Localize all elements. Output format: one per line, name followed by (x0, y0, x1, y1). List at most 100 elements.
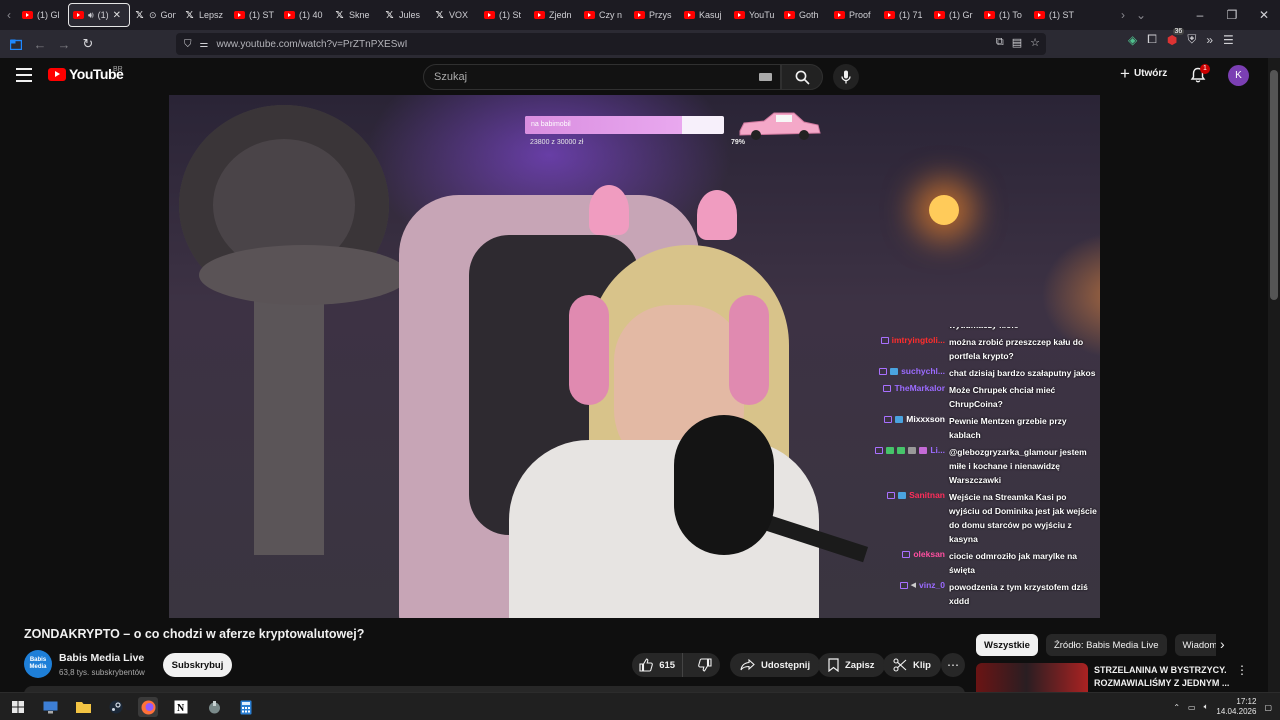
monitor-app-icon[interactable] (40, 697, 60, 717)
account-avatar[interactable]: K (1228, 65, 1249, 86)
maximize-icon[interactable]: ❐ (1216, 8, 1248, 22)
browser-tab[interactable]: 𝕏 VOX (430, 3, 480, 27)
recommendation-chips: Wszystkie Źródło: Babis Media Live Wiadomo… (976, 634, 1216, 656)
clip-button[interactable]: Klip (883, 653, 941, 677)
picture-in-picture-icon[interactable]: ⧉ (996, 36, 1004, 49)
browser-tab[interactable]: (1) 40 (280, 3, 330, 27)
browser-tab[interactable]: (1) Gl (18, 3, 68, 27)
browser-tab[interactable]: (1) ST (1030, 3, 1080, 27)
browser-tab[interactable]: (1) Gr (930, 3, 980, 27)
chips-next-icon[interactable]: › (1220, 636, 1225, 652)
browser-tab[interactable]: 𝕏 Jules (380, 3, 430, 27)
browser-tab[interactable]: YouTu (730, 3, 780, 27)
forward-icon[interactable]: → (52, 32, 76, 56)
youtube-icon (684, 11, 695, 19)
search-button[interactable] (781, 64, 823, 90)
tab-scroll-right-icon[interactable]: › (1114, 0, 1132, 30)
volume-icon[interactable]: 🔈︎ (1204, 702, 1209, 712)
recommendation-title[interactable]: STRZELANINA W BYSTRZYCY. ROZMAWIALIŚMY Z… (1094, 664, 1230, 690)
search-input[interactable]: Szukaj (423, 64, 781, 90)
sidebar-toggle-icon[interactable] (4, 32, 28, 56)
browser-tab[interactable]: Przys (630, 3, 680, 27)
vpn-extension-icon[interactable]: ◈ (1128, 33, 1137, 47)
voice-search-button[interactable] (833, 64, 859, 90)
reload-icon[interactable]: ↻ (76, 32, 100, 56)
filter-chip[interactable]: Wiadomości (1174, 634, 1216, 656)
close-window-icon[interactable]: ✕ (1248, 8, 1280, 22)
calculator-icon[interactable] (236, 697, 256, 717)
tray-overflow-icon[interactable]: ⌃ (1173, 703, 1180, 712)
twitch-icon (884, 415, 893, 423)
speaker-icon[interactable]: 🔊︎ (88, 10, 94, 21)
chat-text: ciocie odmroziło jak marylke na święta (949, 551, 1078, 575)
recommendation-menu-icon[interactable]: ⋮ (1236, 663, 1248, 677)
more-actions-button[interactable]: ⋯ (941, 653, 965, 677)
back-icon[interactable]: ← (28, 32, 52, 56)
filter-chip[interactable]: Wszystkie (976, 634, 1038, 656)
url-text[interactable]: www.youtube.com/watch?v=PrZTnPXESwI (216, 39, 407, 50)
adblock-extension-icon[interactable]: ⬢ 36 (1167, 27, 1185, 47)
notifications-button[interactable]: 1 (1190, 64, 1210, 88)
network-icon[interactable]: ▭ (1188, 703, 1196, 712)
tab-close-icon[interactable]: ✕ (113, 10, 121, 21)
scrollbar-thumb[interactable] (1270, 70, 1278, 300)
filter-chip[interactable]: Źródło: Babis Media Live (1045, 634, 1167, 656)
firefox-icon[interactable] (138, 697, 158, 717)
subscribe-button[interactable]: Subskrybuj (163, 653, 232, 677)
tab-scroll-left-icon[interactable]: ‹ (0, 0, 18, 30)
browser-tab[interactable]: (1) 71 (880, 3, 930, 27)
minimize-icon[interactable]: – (1184, 8, 1216, 22)
notion-icon[interactable]: N (171, 697, 191, 717)
search-icon (795, 70, 810, 85)
chat-username: Sanitnan (909, 490, 945, 500)
keyboard-icon[interactable] (759, 73, 772, 81)
browser-tab[interactable]: Proof (830, 3, 880, 27)
extensions-icon[interactable]: ⧠ (1147, 32, 1157, 47)
bookmark-star-icon[interactable]: ☆ (1030, 36, 1040, 49)
browser-tab[interactable]: 𝕏 Skne (330, 3, 380, 27)
windows-start-icon[interactable] (8, 697, 28, 717)
privacy-badger-icon[interactable]: ⛨ (1187, 32, 1196, 47)
browser-tab[interactable]: (1) St (480, 3, 530, 27)
like-button[interactable]: 615 (632, 653, 684, 677)
file-explorer-icon[interactable] (73, 697, 93, 717)
chat-text: powodzenia z tym krzystofem dziś xddd (949, 582, 1088, 606)
browser-tab[interactable]: 𝕏 ⊙Gonie (130, 3, 180, 27)
recommendation-thumbnail[interactable] (976, 663, 1088, 693)
browser-tab[interactable]: Goth (780, 3, 830, 27)
browser-tab-strip: ‹ (1) Gl 🔊︎(1) ✕ 𝕏 ⊙Gonie 𝕏 Lepsz (1) ST (1) 40 𝕏… (0, 0, 1280, 30)
chat-user: oleksan (869, 549, 949, 559)
browser-tab[interactable]: 🔊︎ (1) ✕ (68, 3, 130, 27)
page-scrollbar[interactable] (1268, 58, 1280, 692)
search-placeholder: Szukaj (434, 71, 468, 83)
hamburger-menu-icon[interactable] (16, 68, 32, 82)
shield-icon[interactable]: ⛉ (184, 39, 192, 50)
channel-name[interactable]: Babis Media Live (59, 652, 144, 664)
dislike-button[interactable] (689, 653, 720, 677)
youtube-icon (934, 11, 945, 19)
browser-tab[interactable]: 𝕏 Lepsz (180, 3, 230, 27)
x-icon: 𝕏 (385, 9, 394, 21)
steam-icon[interactable] (106, 697, 126, 717)
video-player[interactable]: na babimobil 23800 z 30000 zł 79% wytłum… (169, 95, 1100, 618)
tab-list-menu-icon[interactable]: ⌄ (1132, 0, 1150, 30)
share-button[interactable]: Udostępnij (730, 653, 821, 677)
tool-app-icon[interactable] (204, 697, 224, 717)
url-bar[interactable]: ⛉ ⚌ www.youtube.com/watch?v=PrZTnPXESwI … (176, 33, 1046, 55)
browser-tab[interactable]: (1) To (980, 3, 1030, 27)
channel-avatar[interactable]: Babis Media (24, 650, 52, 678)
reader-view-icon[interactable]: ▤ (1012, 36, 1022, 49)
notification-center-icon[interactable]: ▢ (1264, 703, 1272, 712)
clock[interactable]: 17:12 14.04.2026 (1216, 697, 1256, 717)
browser-tab[interactable]: Kasuj (680, 3, 730, 27)
browser-tab[interactable]: (1) ST (230, 3, 280, 27)
create-button[interactable]: + Utwórz (1120, 65, 1167, 82)
app-menu-icon[interactable]: ☰ (1223, 33, 1234, 47)
overflow-menu-icon[interactable]: » (1206, 33, 1213, 47)
save-button[interactable]: Zapisz (818, 653, 885, 677)
x-icon: 𝕏 (435, 9, 444, 21)
permissions-icon[interactable]: ⚌ (200, 39, 209, 50)
browser-tab[interactable]: Czy n (580, 3, 630, 27)
browser-tab[interactable]: Zjedn (530, 3, 580, 27)
chat-message: TheMarkalor Może Chrupek chciał mieć Chru… (869, 383, 1100, 411)
